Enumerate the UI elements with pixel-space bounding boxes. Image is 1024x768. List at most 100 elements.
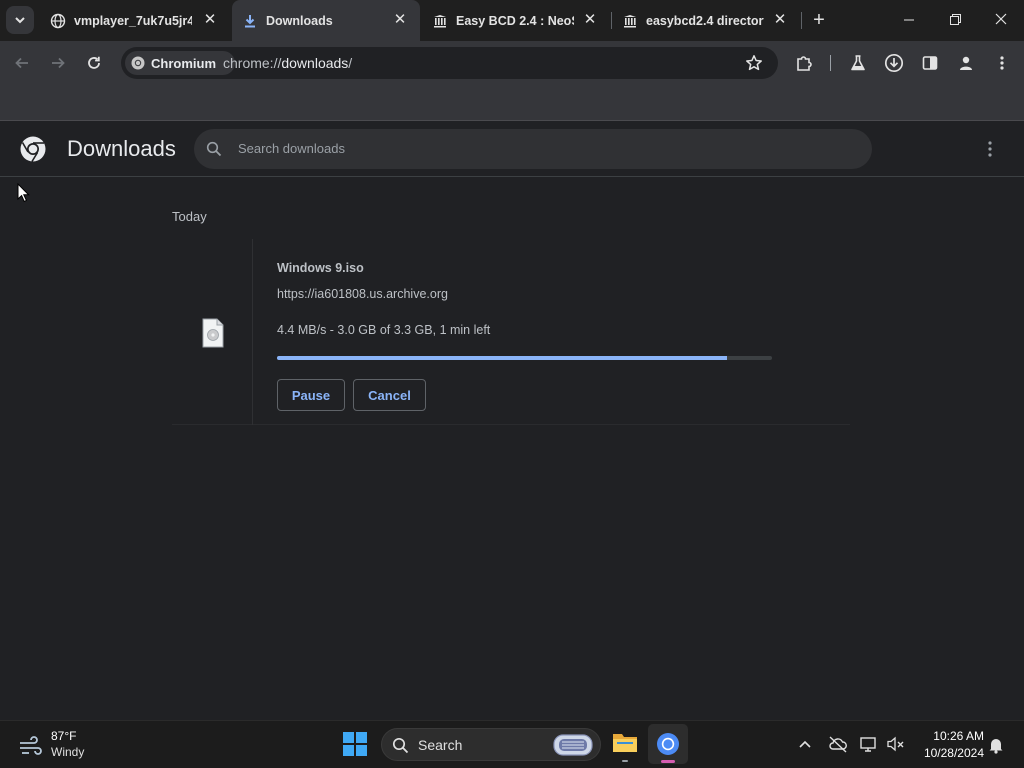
windows-logo-icon bbox=[343, 732, 367, 756]
kebab-menu-icon bbox=[988, 141, 992, 157]
extensions-button[interactable] bbox=[790, 49, 818, 77]
kebab-menu-icon bbox=[1000, 56, 1004, 70]
search-icon bbox=[392, 737, 409, 754]
chromium-logo-icon bbox=[20, 136, 46, 162]
speaker-muted-icon bbox=[887, 736, 904, 752]
downloads-button[interactable] bbox=[880, 49, 908, 77]
onedrive-button[interactable] bbox=[828, 735, 848, 758]
url-host: downloads bbox=[281, 55, 349, 71]
close-window-button[interactable] bbox=[988, 8, 1014, 32]
active-indicator bbox=[661, 760, 675, 763]
tab-title: vmplayer_7uk7u5jr45 bbox=[74, 13, 192, 28]
pause-button[interactable]: Pause bbox=[277, 379, 345, 411]
download-status: 4.4 MB/s - 3.0 GB of 3.3 GB, 1 min left bbox=[277, 323, 491, 337]
forward-arrow-icon bbox=[52, 57, 65, 69]
clock-time: 10:26 AM bbox=[933, 729, 984, 743]
restore-icon bbox=[950, 14, 961, 25]
tab-easybcd-directory[interactable]: easybcd2.4 directory l ✕ bbox=[612, 0, 800, 41]
new-tab-button[interactable]: + bbox=[808, 8, 830, 32]
weather-description: Windy bbox=[51, 745, 85, 759]
chevron-up-icon bbox=[799, 740, 811, 748]
close-tab-icon[interactable]: ✕ bbox=[392, 12, 408, 28]
page-title: Downloads bbox=[67, 136, 176, 161]
bookmarks-bar bbox=[0, 85, 1024, 121]
tab-title: Easy BCD 2.4 : NeoSm bbox=[456, 13, 574, 28]
reload-button[interactable] bbox=[80, 49, 108, 77]
tab-separator bbox=[801, 12, 802, 29]
site-chip[interactable]: Chromium bbox=[125, 51, 235, 75]
download-source-url[interactable]: https://ia601808.us.archive.org bbox=[277, 287, 448, 301]
clock[interactable]: 10:26 AM 10/28/2024 bbox=[912, 727, 984, 763]
restore-button[interactable] bbox=[942, 8, 968, 32]
tab-vmplayer[interactable]: vmplayer_7uk7u5jr45 ✕ bbox=[40, 0, 230, 41]
address-bar[interactable]: Chromium chrome://downloads/ bbox=[121, 47, 778, 79]
minimize-icon bbox=[904, 19, 914, 21]
wind-icon bbox=[20, 736, 42, 755]
url-text[interactable]: chrome://downloads/ bbox=[223, 55, 352, 71]
minimize-button[interactable] bbox=[896, 8, 922, 32]
downloads-more-actions-button[interactable] bbox=[978, 135, 1002, 163]
volume-button[interactable] bbox=[886, 735, 906, 758]
tab-strip: vmplayer_7uk7u5jr45 ✕ Downloads ✕ Easy B… bbox=[0, 0, 1024, 41]
downloads-header: Downloads Search downloads bbox=[0, 121, 1024, 177]
tab-easybcd[interactable]: Easy BCD 2.4 : NeoSm ✕ bbox=[422, 0, 610, 41]
toolbar: Chromium chrome://downloads/ bbox=[0, 41, 1024, 85]
forward-button[interactable] bbox=[44, 49, 72, 77]
chromium-logo-icon bbox=[131, 56, 145, 70]
download-circle-icon bbox=[884, 53, 904, 73]
archive-building-icon bbox=[432, 13, 448, 29]
tab-downloads[interactable]: Downloads ✕ bbox=[232, 0, 420, 41]
side-panel-button[interactable] bbox=[916, 49, 944, 77]
close-tab-icon[interactable]: ✕ bbox=[582, 12, 598, 28]
taskbar-search-box[interactable]: Search bbox=[381, 728, 601, 761]
close-tab-icon[interactable]: ✕ bbox=[202, 12, 218, 28]
folder-icon bbox=[613, 734, 637, 752]
person-icon bbox=[960, 56, 972, 70]
notifications-button[interactable] bbox=[988, 736, 1004, 759]
back-button[interactable] bbox=[8, 49, 36, 77]
network-monitor-icon bbox=[860, 737, 876, 752]
close-icon bbox=[995, 13, 1007, 25]
weather-temperature: 87°F bbox=[51, 729, 77, 743]
download-filename[interactable]: Windows 9.iso bbox=[277, 261, 364, 275]
start-button[interactable] bbox=[342, 731, 368, 757]
tab-search-button[interactable] bbox=[6, 6, 34, 34]
reload-icon bbox=[88, 56, 100, 69]
profile-button[interactable] bbox=[952, 49, 980, 77]
url-tail: / bbox=[348, 55, 353, 71]
search-downloads-input[interactable]: Search downloads bbox=[194, 129, 872, 169]
chromium-logo-icon bbox=[657, 733, 679, 755]
close-tab-icon[interactable]: ✕ bbox=[772, 12, 788, 28]
download-item-divider bbox=[252, 239, 253, 425]
taskbar-search-label: Search bbox=[418, 737, 463, 753]
bell-icon bbox=[989, 739, 1003, 754]
side-panel-icon bbox=[922, 56, 938, 70]
download-icon bbox=[242, 13, 258, 29]
chromium-taskbar-button[interactable] bbox=[648, 724, 688, 764]
search-placeholder: Search downloads bbox=[238, 141, 345, 156]
show-hidden-icons-button[interactable] bbox=[797, 737, 813, 756]
tab-title: easybcd2.4 directory l bbox=[646, 13, 764, 28]
site-chip-label: Chromium bbox=[151, 55, 216, 71]
weather-widget[interactable]: 87°F Windy bbox=[14, 727, 124, 763]
file-icon bbox=[202, 318, 224, 348]
url-scheme: chrome:// bbox=[223, 55, 282, 71]
labs-button[interactable] bbox=[844, 49, 872, 77]
chevron-down-icon bbox=[15, 17, 25, 24]
search-icon bbox=[206, 141, 222, 157]
download-progress-fill bbox=[277, 356, 727, 360]
browser-menu-button[interactable] bbox=[988, 49, 1016, 77]
toolbar-divider bbox=[830, 55, 831, 71]
network-button[interactable] bbox=[859, 735, 879, 758]
clock-date: 10/28/2024 bbox=[923, 746, 984, 760]
mouse-cursor-icon bbox=[17, 183, 30, 203]
date-group-label: Today bbox=[172, 209, 207, 224]
puzzle-icon bbox=[797, 56, 812, 71]
running-indicator bbox=[622, 760, 628, 762]
bookmark-star-button[interactable] bbox=[740, 49, 768, 77]
flask-icon bbox=[851, 55, 865, 71]
cloud-off-icon bbox=[829, 736, 847, 753]
downloads-page: Downloads Search downloads Today Windows… bbox=[0, 121, 1024, 720]
file-explorer-taskbar-button[interactable] bbox=[611, 728, 639, 762]
cancel-button[interactable]: Cancel bbox=[353, 379, 426, 411]
